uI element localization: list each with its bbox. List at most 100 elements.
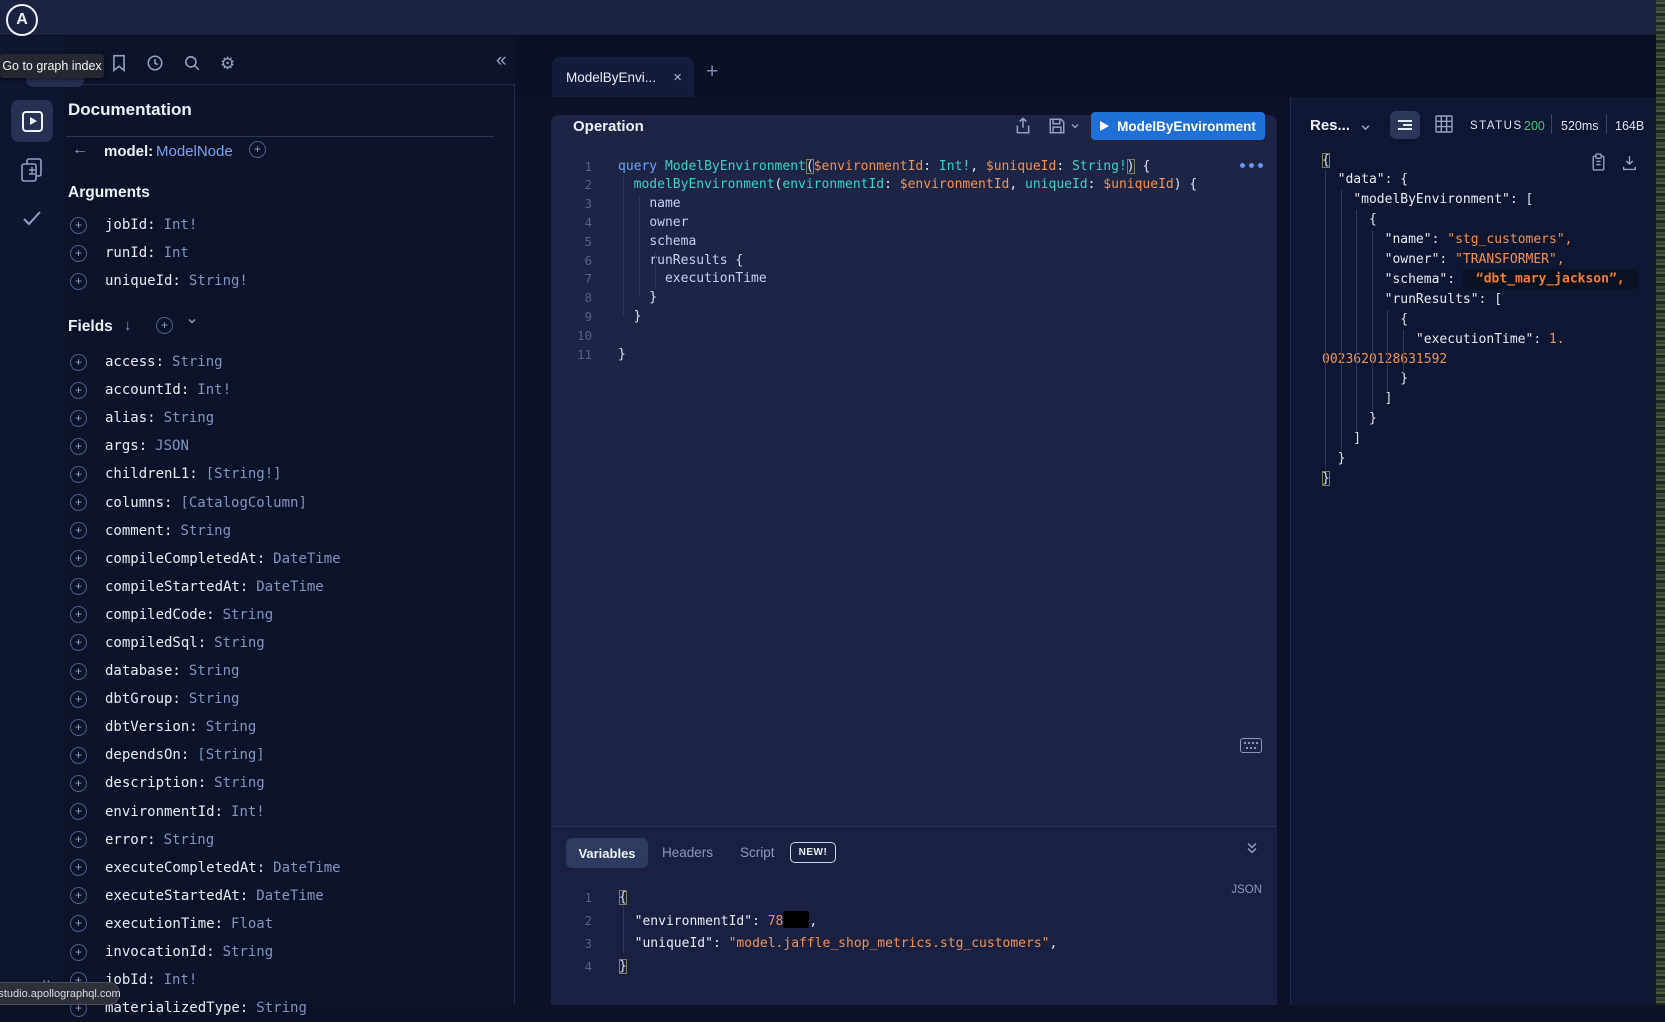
code-token: {	[1322, 153, 1330, 168]
field-name[interactable]: compiledSql:	[105, 635, 206, 651]
search-icon[interactable]	[183, 54, 201, 72]
add-to-query-icon[interactable]: +	[70, 578, 87, 595]
response-dropdown-chevron-icon[interactable]	[1360, 122, 1371, 133]
field-row[interactable]: + compileStartedAt: DateTime	[64, 573, 515, 601]
field-row[interactable]: + description: String	[64, 769, 515, 797]
code-token: }	[1322, 371, 1408, 386]
field-row[interactable]: + dbtVersion: String	[64, 713, 515, 741]
field-row[interactable]: + compiledCode: String	[64, 601, 515, 629]
field-name[interactable]: error:	[105, 832, 156, 848]
sidebar-item-explorer[interactable]	[11, 100, 53, 142]
add-to-query-icon[interactable]: +	[70, 606, 87, 623]
field-type[interactable]: [CatalogColumn]	[180, 495, 306, 511]
code-token: }	[1322, 471, 1330, 486]
add-to-query-icon[interactable]: +	[70, 663, 87, 680]
field-type[interactable]: String	[189, 663, 240, 679]
field-type[interactable]: DateTime	[273, 551, 340, 567]
code-token: "name"	[1385, 232, 1432, 247]
code-token: "runResults"	[1385, 292, 1479, 307]
add-to-query-icon[interactable]: +	[70, 831, 87, 848]
field-name[interactable]: columns:	[105, 495, 172, 511]
field-row[interactable]: + error: String	[64, 826, 515, 854]
field-type[interactable]: Int!	[231, 804, 265, 820]
field-row[interactable]: + columns: [CatalogColumn]	[64, 488, 515, 516]
field-row[interactable]: + comment: String	[64, 517, 515, 545]
history-icon[interactable]	[146, 54, 164, 72]
field-type[interactable]: String	[189, 691, 240, 707]
field-row[interactable]: + database: String	[64, 657, 515, 685]
add-to-query-icon[interactable]: +	[70, 719, 87, 736]
field-row[interactable]: +materializedType:String	[64, 994, 515, 1022]
response-duration: 520ms	[1561, 119, 1599, 133]
field-type[interactable]: String	[206, 719, 257, 735]
field-type[interactable]: String	[256, 1000, 307, 1016]
field-name[interactable]: description:	[105, 775, 206, 791]
collapse-panel-chevrons-icon[interactable]	[1244, 840, 1260, 856]
add-to-query-icon[interactable]: +	[70, 634, 87, 651]
field-type[interactable]: String	[164, 832, 215, 848]
add-to-query-icon[interactable]: +	[70, 691, 87, 708]
field-name[interactable]: executeCompletedAt:	[105, 860, 265, 876]
tab-variables[interactable]: Variables	[566, 838, 648, 868]
field-type[interactable]: String	[223, 607, 274, 623]
field-name[interactable]: compileCompletedAt:	[105, 551, 265, 567]
table-view-button[interactable]	[1433, 113, 1455, 135]
field-type[interactable]: [String]	[197, 747, 264, 763]
code-token: :	[1533, 332, 1549, 347]
save-options-chevron-icon[interactable]	[1070, 121, 1080, 131]
apollo-logo[interactable]: A	[6, 4, 38, 36]
save-icon[interactable]	[1048, 117, 1066, 135]
add-to-query-icon[interactable]: +	[70, 859, 87, 876]
tab-close-icon[interactable]: ×	[673, 69, 682, 86]
documentation-title: Documentation	[68, 100, 192, 120]
field-row[interactable]: + dependsOn: [String]	[64, 741, 515, 769]
collapse-docs-icon[interactable]: «	[496, 50, 507, 72]
add-to-query-icon[interactable]: +	[70, 775, 87, 792]
field-row[interactable]: + executeCompletedAt: DateTime	[64, 854, 515, 882]
tree-view-button[interactable]	[1390, 111, 1420, 139]
divider	[66, 136, 494, 137]
field-type[interactable]: String	[214, 775, 265, 791]
code-token	[1322, 192, 1353, 207]
tab-script[interactable]: Script	[740, 845, 775, 860]
field-name[interactable]: environmentId:	[105, 804, 223, 820]
code-token: : [	[1510, 192, 1533, 207]
field-name[interactable]: compiledCode:	[105, 607, 215, 623]
field-name[interactable]: compileStartedAt:	[105, 579, 248, 595]
run-operation-button[interactable]: ModelByEnvironment	[1091, 112, 1265, 140]
play-icon	[1100, 121, 1109, 131]
code-token: 1.	[1549, 332, 1565, 347]
response-json-line: {	[0, 151, 1660, 170]
new-tab-button[interactable]: +	[706, 60, 718, 84]
field-name[interactable]: dependsOn:	[105, 747, 189, 763]
bookmark-icon[interactable]	[110, 54, 128, 72]
add-to-query-icon[interactable]: +	[70, 803, 87, 820]
field-row[interactable]: + compiledSql: String	[64, 629, 515, 657]
code-token: : [	[1479, 292, 1502, 307]
add-to-query-icon[interactable]: +	[70, 747, 87, 764]
tab-headers[interactable]: Headers	[662, 845, 713, 860]
field-name[interactable]: dbtGroup:	[105, 691, 181, 707]
add-to-query-icon[interactable]: +	[70, 494, 87, 511]
share-icon[interactable]	[1014, 117, 1032, 135]
field-name[interactable]: comment:	[105, 523, 172, 539]
keyboard-shortcuts-icon[interactable]	[1240, 738, 1262, 753]
field-name[interactable]: database:	[105, 663, 181, 679]
response-json-line: }	[0, 469, 1660, 488]
field-type[interactable]: DateTime	[273, 860, 340, 876]
add-to-query-icon[interactable]: +	[70, 550, 87, 567]
field-name[interactable]: materializedType:	[105, 1000, 248, 1016]
tab-modelbyenvironment[interactable]: ModelByEnvi... ×	[552, 57, 694, 97]
field-row[interactable]: + dbtGroup: String	[64, 685, 515, 713]
response-json-line: {	[0, 310, 1660, 329]
settings-gear-icon[interactable]: ⚙	[220, 54, 238, 72]
field-row[interactable]: + compileCompletedAt: DateTime	[64, 545, 515, 573]
graph-index-button-partial[interactable]	[26, 78, 84, 87]
field-type[interactable]: String	[214, 635, 265, 651]
field-type[interactable]: String	[180, 523, 231, 539]
divider	[1606, 114, 1607, 134]
field-row[interactable]: + environmentId: Int!	[64, 798, 515, 826]
field-name[interactable]: dbtVersion:	[105, 719, 198, 735]
add-to-query-icon[interactable]: +	[70, 522, 87, 539]
field-type[interactable]: DateTime	[256, 579, 323, 595]
